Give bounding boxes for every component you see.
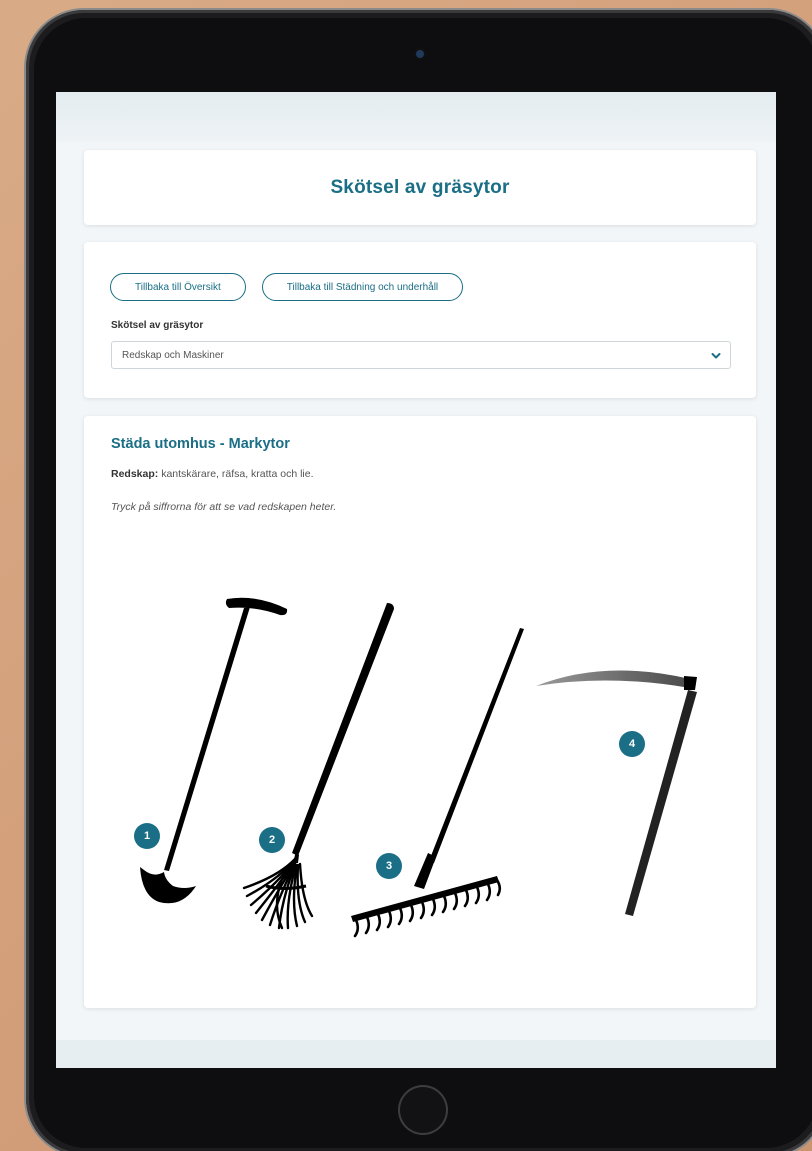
back-to-overview-button[interactable]: Tillbaka till Översikt: [110, 273, 246, 301]
hotspot-1[interactable]: 1: [134, 823, 160, 849]
leaf-rake-icon: [242, 603, 394, 930]
title-card: Skötsel av gräsytor: [84, 150, 756, 225]
tools-illustration: [140, 597, 697, 938]
page-title: Skötsel av gräsytor: [330, 176, 510, 198]
content-card: Städa utomhus - Markytor Redskap: kantsk…: [84, 416, 756, 1008]
topic-select[interactable]: Redskap och Maskiner: [111, 341, 731, 369]
home-button[interactable]: [398, 1085, 448, 1135]
back-to-cleaning-button[interactable]: Tillbaka till Städning och underhåll: [261, 273, 464, 301]
edge-cutter-icon: [140, 597, 288, 904]
back-button-row: Tillbaka till Översikt Tillbaka till Stä…: [110, 273, 464, 301]
select-label: Skötsel av gräsytor: [111, 320, 204, 331]
browser-bottom-bar: [56, 1040, 776, 1068]
browser-top-bar: [56, 92, 776, 142]
screen: Skötsel av gräsytor Tillbaka till Översi…: [56, 92, 776, 1068]
select-value: Redskap och Maskiner: [122, 349, 224, 361]
hotspot-3[interactable]: 3: [376, 853, 402, 879]
navigation-card: Tillbaka till Översikt Tillbaka till Stä…: [84, 242, 756, 398]
hotspot-4[interactable]: 4: [619, 731, 645, 757]
garden-rake-icon: [351, 628, 524, 938]
chevron-down-icon: [711, 353, 721, 359]
hotspot-2[interactable]: 2: [259, 827, 285, 853]
camera-icon: [416, 50, 424, 58]
scythe-icon: [536, 670, 697, 916]
